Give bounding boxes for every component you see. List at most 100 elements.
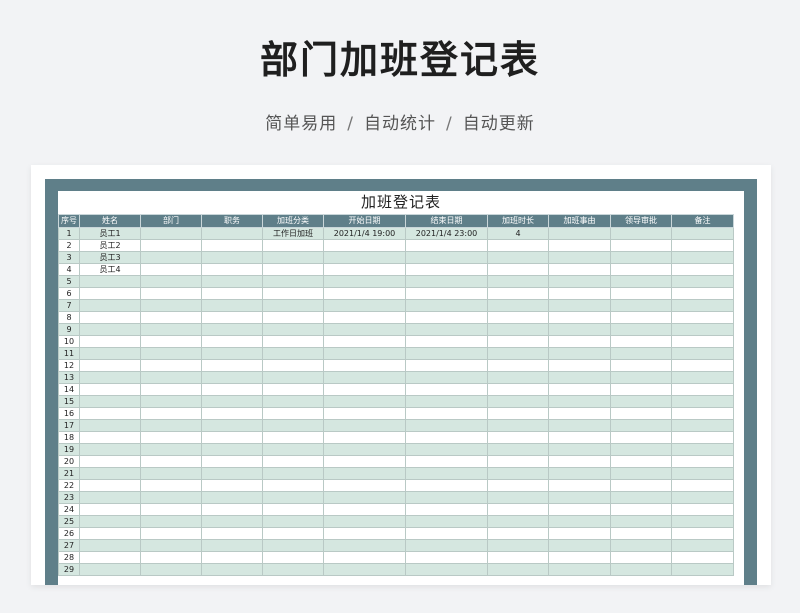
cell-end-date[interactable] (405, 539, 488, 552)
cell-ot-reason[interactable] (548, 251, 611, 264)
cell-start-date[interactable] (323, 443, 406, 456)
cell-dept[interactable] (140, 527, 202, 540)
cell-title[interactable] (201, 515, 263, 528)
cell-ot-hours[interactable] (487, 251, 549, 264)
cell-name[interactable]: 员工2 (79, 239, 141, 252)
cell-ot-reason[interactable] (548, 263, 611, 276)
cell-start-date[interactable] (323, 383, 406, 396)
cell-dept[interactable] (140, 227, 202, 240)
cell-title[interactable] (201, 359, 263, 372)
cell-ot-type[interactable] (262, 515, 324, 528)
cell-end-date[interactable] (405, 455, 488, 468)
cell-dept[interactable] (140, 395, 202, 408)
cell-approval[interactable] (610, 263, 672, 276)
cell-ot-type[interactable] (262, 467, 324, 480)
cell-approval[interactable] (610, 539, 672, 552)
cell-end-date[interactable] (405, 515, 488, 528)
cell-approval[interactable] (610, 287, 672, 300)
cell-ot-reason[interactable] (548, 419, 611, 432)
cell-approval[interactable] (610, 359, 672, 372)
cell-ot-type[interactable] (262, 287, 324, 300)
cell-ot-hours[interactable] (487, 323, 549, 336)
cell-ot-hours[interactable] (487, 407, 549, 420)
cell-ot-reason[interactable] (548, 539, 611, 552)
cell-ot-reason[interactable] (548, 359, 611, 372)
cell-approval[interactable] (610, 419, 672, 432)
cell-seq[interactable]: 16 (58, 407, 80, 420)
cell-ot-reason[interactable] (548, 275, 611, 288)
cell-ot-reason[interactable] (548, 431, 611, 444)
cell-ot-hours[interactable] (487, 335, 549, 348)
cell-approval[interactable] (610, 227, 672, 240)
cell-ot-type[interactable] (262, 563, 324, 576)
cell-ot-type[interactable] (262, 299, 324, 312)
cell-title[interactable] (201, 503, 263, 516)
cell-end-date[interactable] (405, 407, 488, 420)
cell-start-date[interactable] (323, 287, 406, 300)
cell-remarks[interactable] (671, 287, 734, 300)
cell-ot-reason[interactable] (548, 311, 611, 324)
cell-title[interactable] (201, 335, 263, 348)
cell-end-date[interactable] (405, 287, 488, 300)
cell-title[interactable] (201, 239, 263, 252)
cell-dept[interactable] (140, 347, 202, 360)
cell-ot-type[interactable] (262, 359, 324, 372)
cell-seq[interactable]: 12 (58, 359, 80, 372)
cell-ot-reason[interactable] (548, 227, 611, 240)
cell-name[interactable] (79, 503, 141, 516)
cell-ot-type[interactable] (262, 335, 324, 348)
cell-ot-type[interactable] (262, 419, 324, 432)
cell-ot-hours[interactable] (487, 275, 549, 288)
cell-name[interactable] (79, 335, 141, 348)
cell-remarks[interactable] (671, 359, 734, 372)
cell-remarks[interactable] (671, 275, 734, 288)
cell-start-date[interactable] (323, 275, 406, 288)
cell-ot-type[interactable] (262, 479, 324, 492)
cell-dept[interactable] (140, 239, 202, 252)
cell-ot-hours[interactable] (487, 419, 549, 432)
cell-ot-type[interactable] (262, 239, 324, 252)
cell-start-date[interactable] (323, 407, 406, 420)
cell-end-date[interactable] (405, 479, 488, 492)
cell-seq[interactable]: 6 (58, 287, 80, 300)
cell-seq[interactable]: 28 (58, 551, 80, 564)
cell-remarks[interactable] (671, 239, 734, 252)
cell-ot-reason[interactable] (548, 407, 611, 420)
cell-dept[interactable] (140, 287, 202, 300)
cell-name[interactable] (79, 299, 141, 312)
cell-name[interactable] (79, 287, 141, 300)
cell-remarks[interactable] (671, 263, 734, 276)
cell-start-date[interactable] (323, 515, 406, 528)
cell-title[interactable] (201, 431, 263, 444)
cell-remarks[interactable] (671, 551, 734, 564)
cell-seq[interactable]: 11 (58, 347, 80, 360)
cell-remarks[interactable] (671, 479, 734, 492)
cell-title[interactable] (201, 383, 263, 396)
cell-dept[interactable] (140, 407, 202, 420)
cell-ot-reason[interactable] (548, 443, 611, 456)
cell-seq[interactable]: 8 (58, 311, 80, 324)
cell-title[interactable] (201, 323, 263, 336)
cell-approval[interactable] (610, 407, 672, 420)
cell-title[interactable] (201, 287, 263, 300)
cell-ot-type[interactable] (262, 551, 324, 564)
cell-remarks[interactable] (671, 455, 734, 468)
cell-start-date[interactable] (323, 323, 406, 336)
cell-title[interactable] (201, 455, 263, 468)
cell-end-date[interactable] (405, 323, 488, 336)
cell-name[interactable] (79, 563, 141, 576)
cell-ot-reason[interactable] (548, 347, 611, 360)
cell-start-date[interactable] (323, 239, 406, 252)
cell-title[interactable] (201, 263, 263, 276)
cell-dept[interactable] (140, 311, 202, 324)
cell-approval[interactable] (610, 431, 672, 444)
cell-approval[interactable] (610, 251, 672, 264)
column-header-seq[interactable]: 序号 (58, 214, 80, 228)
cell-seq[interactable]: 26 (58, 527, 80, 540)
cell-approval[interactable] (610, 335, 672, 348)
cell-title[interactable] (201, 467, 263, 480)
cell-end-date[interactable] (405, 383, 488, 396)
cell-ot-type[interactable] (262, 371, 324, 384)
cell-ot-type[interactable] (262, 527, 324, 540)
cell-end-date[interactable] (405, 419, 488, 432)
